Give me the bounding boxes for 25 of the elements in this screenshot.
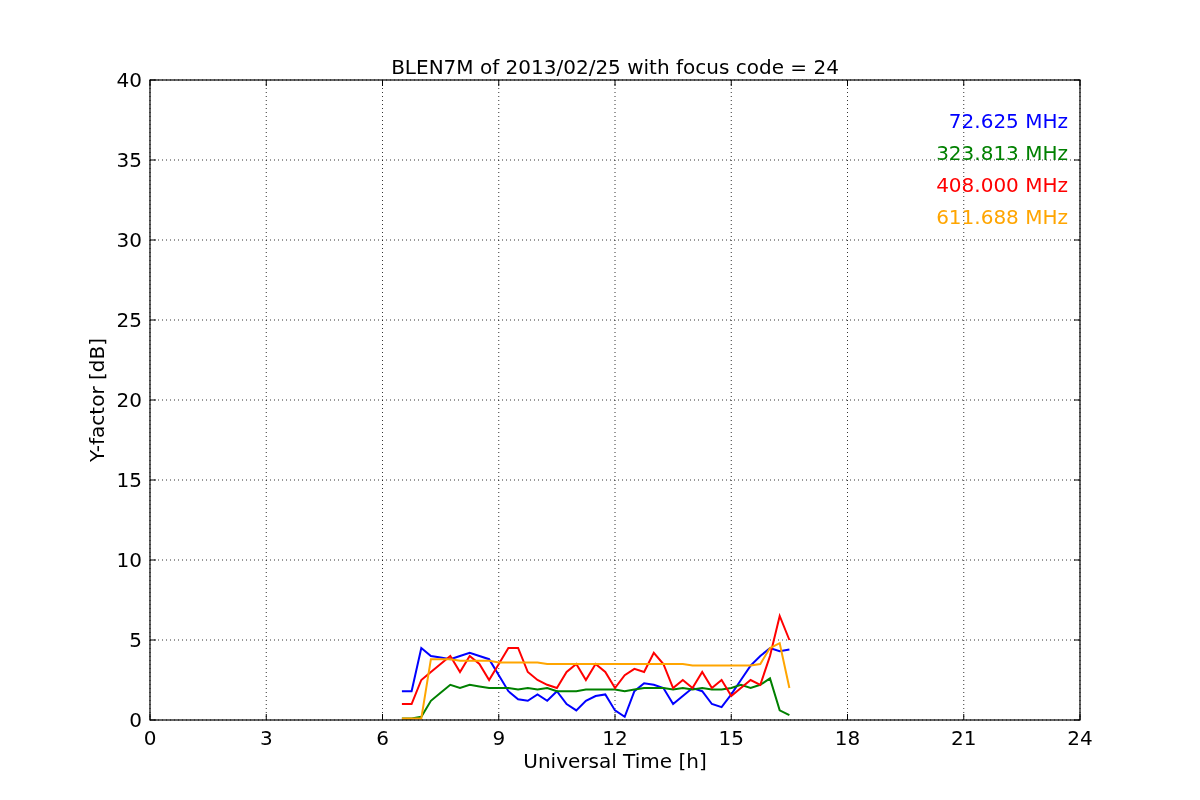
x-tick-label: 12 bbox=[602, 726, 628, 750]
y-tick-label: 40 bbox=[116, 68, 142, 92]
x-tick-label: 21 bbox=[951, 726, 977, 750]
x-axis-label: Universal Time [h] bbox=[523, 749, 707, 773]
y-tick-label: 5 bbox=[129, 628, 142, 652]
legend-label: 408.000 MHz bbox=[936, 173, 1068, 197]
y-tick-label: 25 bbox=[116, 308, 142, 332]
y-axis-label: Y-factor [dB] bbox=[85, 338, 109, 462]
chart-title: BLEN7M of 2013/02/25 with focus code = 24 bbox=[391, 55, 839, 79]
x-tick-label: 15 bbox=[718, 726, 744, 750]
legend-label: 72.625 MHz bbox=[948, 109, 1068, 133]
legend-label: 611.688 MHz bbox=[936, 205, 1068, 229]
legend-label: 323.813 MHz bbox=[936, 141, 1068, 165]
x-tick-label: 18 bbox=[834, 726, 861, 750]
x-tick-label: 3 bbox=[259, 726, 273, 750]
y-tick-label: 30 bbox=[116, 228, 142, 252]
x-tick-label: 0 bbox=[143, 726, 157, 750]
y-tick-label: 15 bbox=[116, 468, 142, 492]
x-tick-label: 9 bbox=[492, 726, 506, 750]
y-tick-label: 35 bbox=[116, 148, 142, 172]
y-tick-label: 0 bbox=[129, 708, 142, 732]
y-tick-label: 20 bbox=[116, 388, 142, 412]
x-tick-label: 24 bbox=[1067, 726, 1093, 750]
y-tick-label: 10 bbox=[116, 548, 142, 572]
x-tick-label: 6 bbox=[376, 726, 389, 750]
